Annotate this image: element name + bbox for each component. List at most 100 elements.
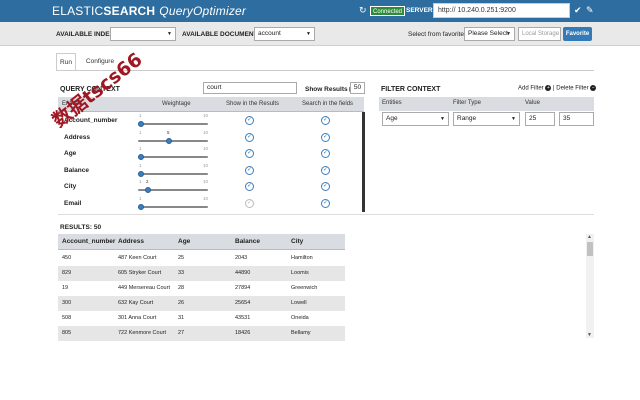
slider-handle[interactable]	[138, 203, 144, 210]
slider-handle[interactable]	[145, 187, 151, 193]
documents-select[interactable]: account ▼	[254, 27, 315, 41]
entity-name: Email	[64, 199, 82, 207]
query-row: Account_number 1 10 ✓ ✓	[58, 113, 362, 129]
weightage-slider[interactable]: 1 10	[138, 163, 208, 179]
plus-circle-icon[interactable]: +	[545, 85, 552, 91]
minus-circle-icon[interactable]: −	[590, 85, 597, 91]
slider-track[interactable]	[138, 172, 208, 175]
slider-track[interactable]	[138, 205, 208, 208]
check-icon[interactable]: ✔	[574, 5, 582, 16]
table-cell: 43531	[235, 315, 251, 321]
weightage-slider[interactable]: 1 10	[138, 196, 208, 212]
table-row[interactable]: 829 605 Stryker Court 33 44890 Loomis	[58, 266, 345, 281]
show-in-results-check-icon[interactable]: ✓	[245, 132, 254, 142]
table-row[interactable]: 508 301 Anna Court 31 43531 Oneida	[58, 311, 345, 326]
show-results-count-input[interactable]: 50	[350, 82, 365, 94]
local-storage-input[interactable]: Local Storage ?	[518, 27, 561, 41]
search-in-fields-check-icon[interactable]: ✓	[321, 116, 330, 125]
tab-run[interactable]: Run	[56, 53, 76, 71]
results-title: RESULTS: 50	[60, 224, 102, 231]
col-search-in-fields: Search in the fields	[302, 101, 354, 107]
search-in-fields-check-icon[interactable]: ✓	[321, 182, 330, 191]
show-in-results-check-icon[interactable]: ✓	[245, 149, 254, 158]
search-in-fields-check-icon[interactable]: ✓	[321, 132, 330, 142]
slider-scale: 1 2 10	[138, 179, 208, 185]
col-show-in-results: Show in the Results	[226, 101, 280, 107]
results-scrollbar[interactable]: ▲ ▼	[586, 234, 594, 338]
slider-handle[interactable]	[138, 170, 144, 177]
filter-actions: Add Filter + | Delete Filter −	[518, 85, 597, 92]
table-row[interactable]: 450 487 Keen Court 25 2043 Hamilton	[58, 251, 345, 266]
slider-min: 1	[139, 179, 142, 184]
table-row[interactable]: 805 722 Kenmore Court 27 18426 Bellamy	[58, 326, 345, 341]
favorite-select-value: Please Select	[468, 30, 508, 37]
available-documents-label: AVAILABLE DOCUMENTS:	[182, 31, 265, 38]
weightage-slider[interactable]: 1 10	[138, 146, 208, 162]
add-filter-link[interactable]: Add Filter	[518, 86, 544, 92]
table-cell: 27	[178, 330, 185, 336]
slider-scale: 1 10	[138, 163, 208, 169]
table-cell: 19	[62, 285, 69, 291]
server-url-input[interactable]: http:// 10.240.0.251:9200	[433, 3, 570, 18]
top-bar: ELASTICSEARCH QueryOptimizer ↻ Connected …	[0, 0, 640, 22]
show-in-results-unchecked-icon[interactable]: ✓	[245, 198, 254, 208]
server-label: SERVER:	[406, 7, 435, 14]
query-search-input[interactable]: court	[203, 82, 297, 94]
query-scrollbar[interactable]	[362, 112, 365, 212]
search-in-fields-check-icon[interactable]: ✓	[321, 149, 330, 158]
weightage-slider[interactable]: 1 10	[138, 113, 208, 129]
table-cell: Bellamy	[291, 330, 311, 336]
filter-col-entities: Entities	[382, 100, 402, 106]
filter-col-value: Value	[525, 100, 540, 106]
entity-name: City	[64, 183, 77, 190]
query-row: Age 1 10 ✓ ✓	[58, 146, 362, 162]
slider-scale: 1 10	[138, 146, 208, 152]
slider-max: 10	[202, 195, 208, 201]
refresh-icon[interactable]: ↻	[359, 6, 368, 15]
weightage-slider[interactable]: 1 5 10	[138, 130, 208, 146]
pencil-icon[interactable]: ✎	[586, 5, 594, 16]
scroll-up-icon[interactable]: ▲	[587, 234, 592, 240]
favorite-button[interactable]: Favorite	[563, 27, 592, 41]
search-in-fields-check-icon[interactable]: ✓	[321, 198, 330, 208]
slider-handle[interactable]	[138, 121, 144, 127]
filter-entity-select[interactable]: Age ▼	[382, 112, 449, 126]
filter-type-select[interactable]: Range ▼	[453, 112, 520, 126]
chevron-down-icon: ▼	[440, 116, 445, 122]
tab-configure[interactable]: Configure	[80, 53, 120, 71]
table-row[interactable]: 300 632 Kay Court 26 25654 Lowell	[58, 296, 345, 311]
search-in-fields-check-icon[interactable]: ✓	[321, 165, 330, 175]
slider-min: 1	[139, 129, 142, 135]
show-in-results-check-icon[interactable]: ✓	[245, 165, 254, 175]
query-row: Balance 1 10 ✓ ✓	[58, 163, 362, 179]
table-row[interactable]: 19 449 Mersereau Court 28 27894 Greenwich	[58, 281, 345, 296]
tab-divider	[56, 70, 594, 71]
filter-value-to-input[interactable]: 35	[559, 112, 594, 126]
favorite-select[interactable]: Please Select ▼	[464, 27, 515, 41]
table-cell: Loomis	[291, 270, 309, 276]
show-in-results-check-icon[interactable]: ✓	[245, 182, 254, 191]
indexes-select[interactable]: ▼	[110, 27, 176, 41]
filter-separator: |	[553, 85, 555, 92]
scroll-down-icon[interactable]: ▼	[587, 332, 592, 338]
show-results-label[interactable]: Show Results ▶	[305, 85, 354, 93]
table-cell: 449 Mersereau Court	[118, 285, 170, 291]
slider-scale: 1 10	[138, 113, 208, 119]
weightage-slider[interactable]: 1 2 10	[138, 179, 208, 195]
scroll-thumb[interactable]	[587, 242, 593, 256]
app-logo: ELASTICSEARCH QueryOptimizer	[52, 4, 246, 18]
table-cell: Lowell	[291, 300, 307, 306]
filter-value-from-input[interactable]: 25	[525, 112, 555, 126]
slider-track[interactable]	[138, 156, 208, 158]
show-in-results-check-icon[interactable]: ✓	[245, 116, 254, 125]
table-cell: 44890	[235, 270, 251, 276]
delete-filter-link[interactable]: Delete Filter	[556, 86, 588, 92]
slider-handle[interactable]	[166, 137, 172, 144]
slider-track[interactable]	[138, 123, 208, 125]
connection-status-badge: Connected	[370, 6, 406, 16]
slider-max: 10	[202, 146, 208, 151]
slider-track[interactable]	[138, 139, 208, 142]
slider-handle[interactable]	[138, 154, 144, 160]
table-cell: 25654	[235, 300, 251, 306]
entity-name: Balance	[64, 166, 89, 174]
